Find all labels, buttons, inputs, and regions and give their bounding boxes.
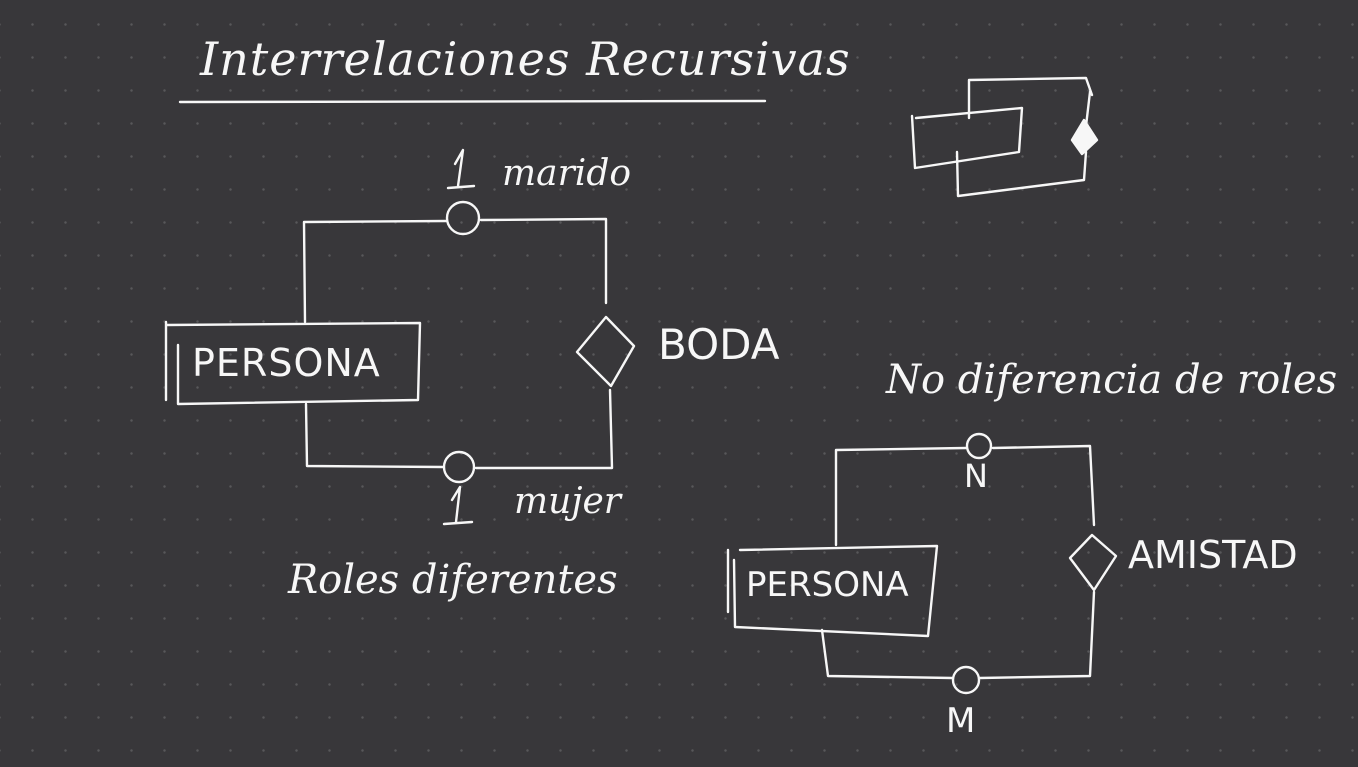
left-bottom-cardinality-stroke xyxy=(442,485,474,526)
right-relationship-diamond xyxy=(1068,533,1118,592)
left-relationship-label: BODA xyxy=(658,320,780,369)
right-top-cardinality: N xyxy=(964,457,988,495)
left-bottom-role-circle xyxy=(442,450,476,484)
title-underline xyxy=(178,99,767,104)
right-bottom-cardinality: M xyxy=(946,701,976,741)
left-diagram-lines xyxy=(164,148,636,526)
right-top-role-circle xyxy=(965,432,993,460)
left-relationship-diamond xyxy=(575,315,636,388)
left-top-loop-line xyxy=(302,217,608,324)
right-entity-label: PERSONA xyxy=(746,565,909,605)
right-relationship-label: AMISTAD xyxy=(1128,533,1298,577)
left-caption: Roles diferentes xyxy=(288,557,618,603)
left-top-role-circle xyxy=(445,200,481,236)
recursive-relationship-sketch-icon xyxy=(910,76,1099,198)
right-bottom-role-circle xyxy=(951,665,981,695)
whiteboard-canvas: Interrelaciones Recursivas 1 marido PERS… xyxy=(0,0,1358,767)
left-entity-label: PERSONA xyxy=(192,341,381,385)
left-top-role-name: marido xyxy=(502,153,632,194)
left-bottom-role-name: mujer xyxy=(514,481,621,522)
right-caption: No diferencia de roles xyxy=(886,357,1338,403)
page-title: Interrelaciones Recursivas xyxy=(200,32,851,86)
left-top-cardinality-stroke xyxy=(446,148,476,190)
right-diagram-lines xyxy=(726,432,1118,695)
